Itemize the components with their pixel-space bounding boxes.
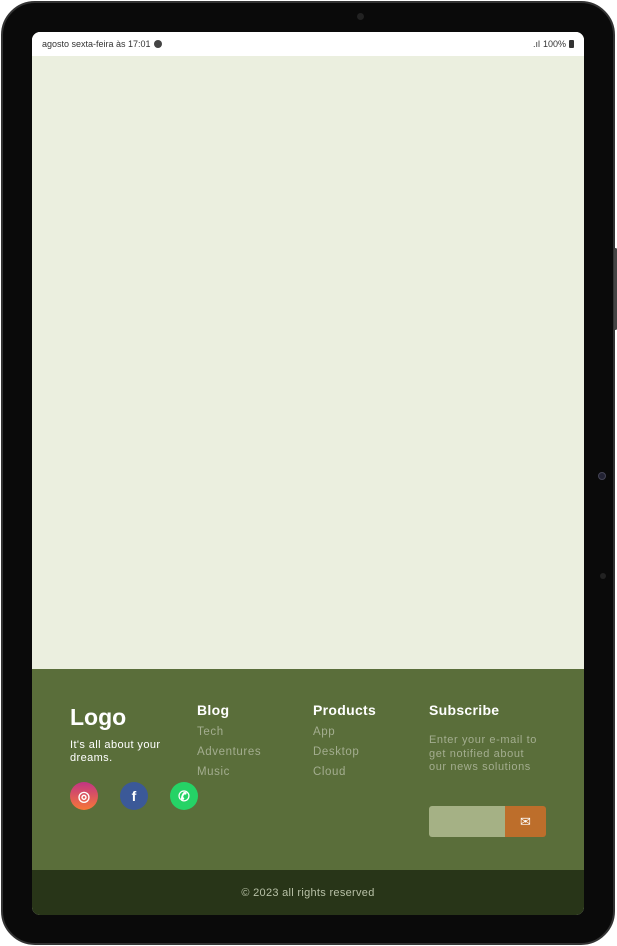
subscribe-button[interactable]: ✉ [505,806,546,837]
products-column: Products App Desktop Cloud [313,702,376,786]
subscribe-title: Subscribe [429,702,500,718]
status-time: agosto sexta-feira às 17:01 [42,39,151,49]
blog-title: Blog [197,702,230,718]
battery-icon [569,40,574,48]
link-desktop[interactable]: Desktop [313,746,376,758]
spotify-icon [153,40,162,48]
signal-icon: .ıl [532,39,540,49]
screen: agosto sexta-feira às 17:01 .ıl 100% Logo… [32,32,584,915]
footer: Logo It's all about your dreams. ◎ f ✆ B… [32,669,584,870]
copyright-text: © 2023 all rights reserved [241,886,375,899]
sensor-icon [598,472,606,480]
subscribe-form: ✉ [429,806,546,837]
products-title: Products [313,702,377,718]
status-bar: agosto sexta-feira às 17:01 .ıl 100% [32,32,584,56]
battery-level: 100% [542,39,566,49]
link-app[interactable]: App [313,726,376,738]
envelope-icon: ✉ [520,813,531,829]
subscribe-text: Enter your e-mail to get notified about … [429,734,537,773]
camera-icon [357,13,364,20]
subscribe-column: Subscribe Enter your e-mail to get notif… [429,702,539,775]
sensor-icon [600,573,606,579]
link-adventures[interactable]: Adventures [197,746,261,758]
copyright-bar: © 2023 all rights reserved [32,870,584,915]
link-music[interactable]: Music [197,766,261,778]
facebook-icon[interactable]: f [120,782,148,810]
tagline: It's all about your dreams. [70,739,161,764]
logo[interactable]: Logo [70,704,126,731]
instagram-icon[interactable]: ◎ [70,782,98,810]
link-tech[interactable]: Tech [197,726,261,738]
email-input[interactable] [429,806,505,837]
link-cloud[interactable]: Cloud [313,766,376,778]
whatsapp-icon[interactable]: ✆ [170,782,198,810]
blog-column: Blog Tech Adventures Music [197,702,261,786]
